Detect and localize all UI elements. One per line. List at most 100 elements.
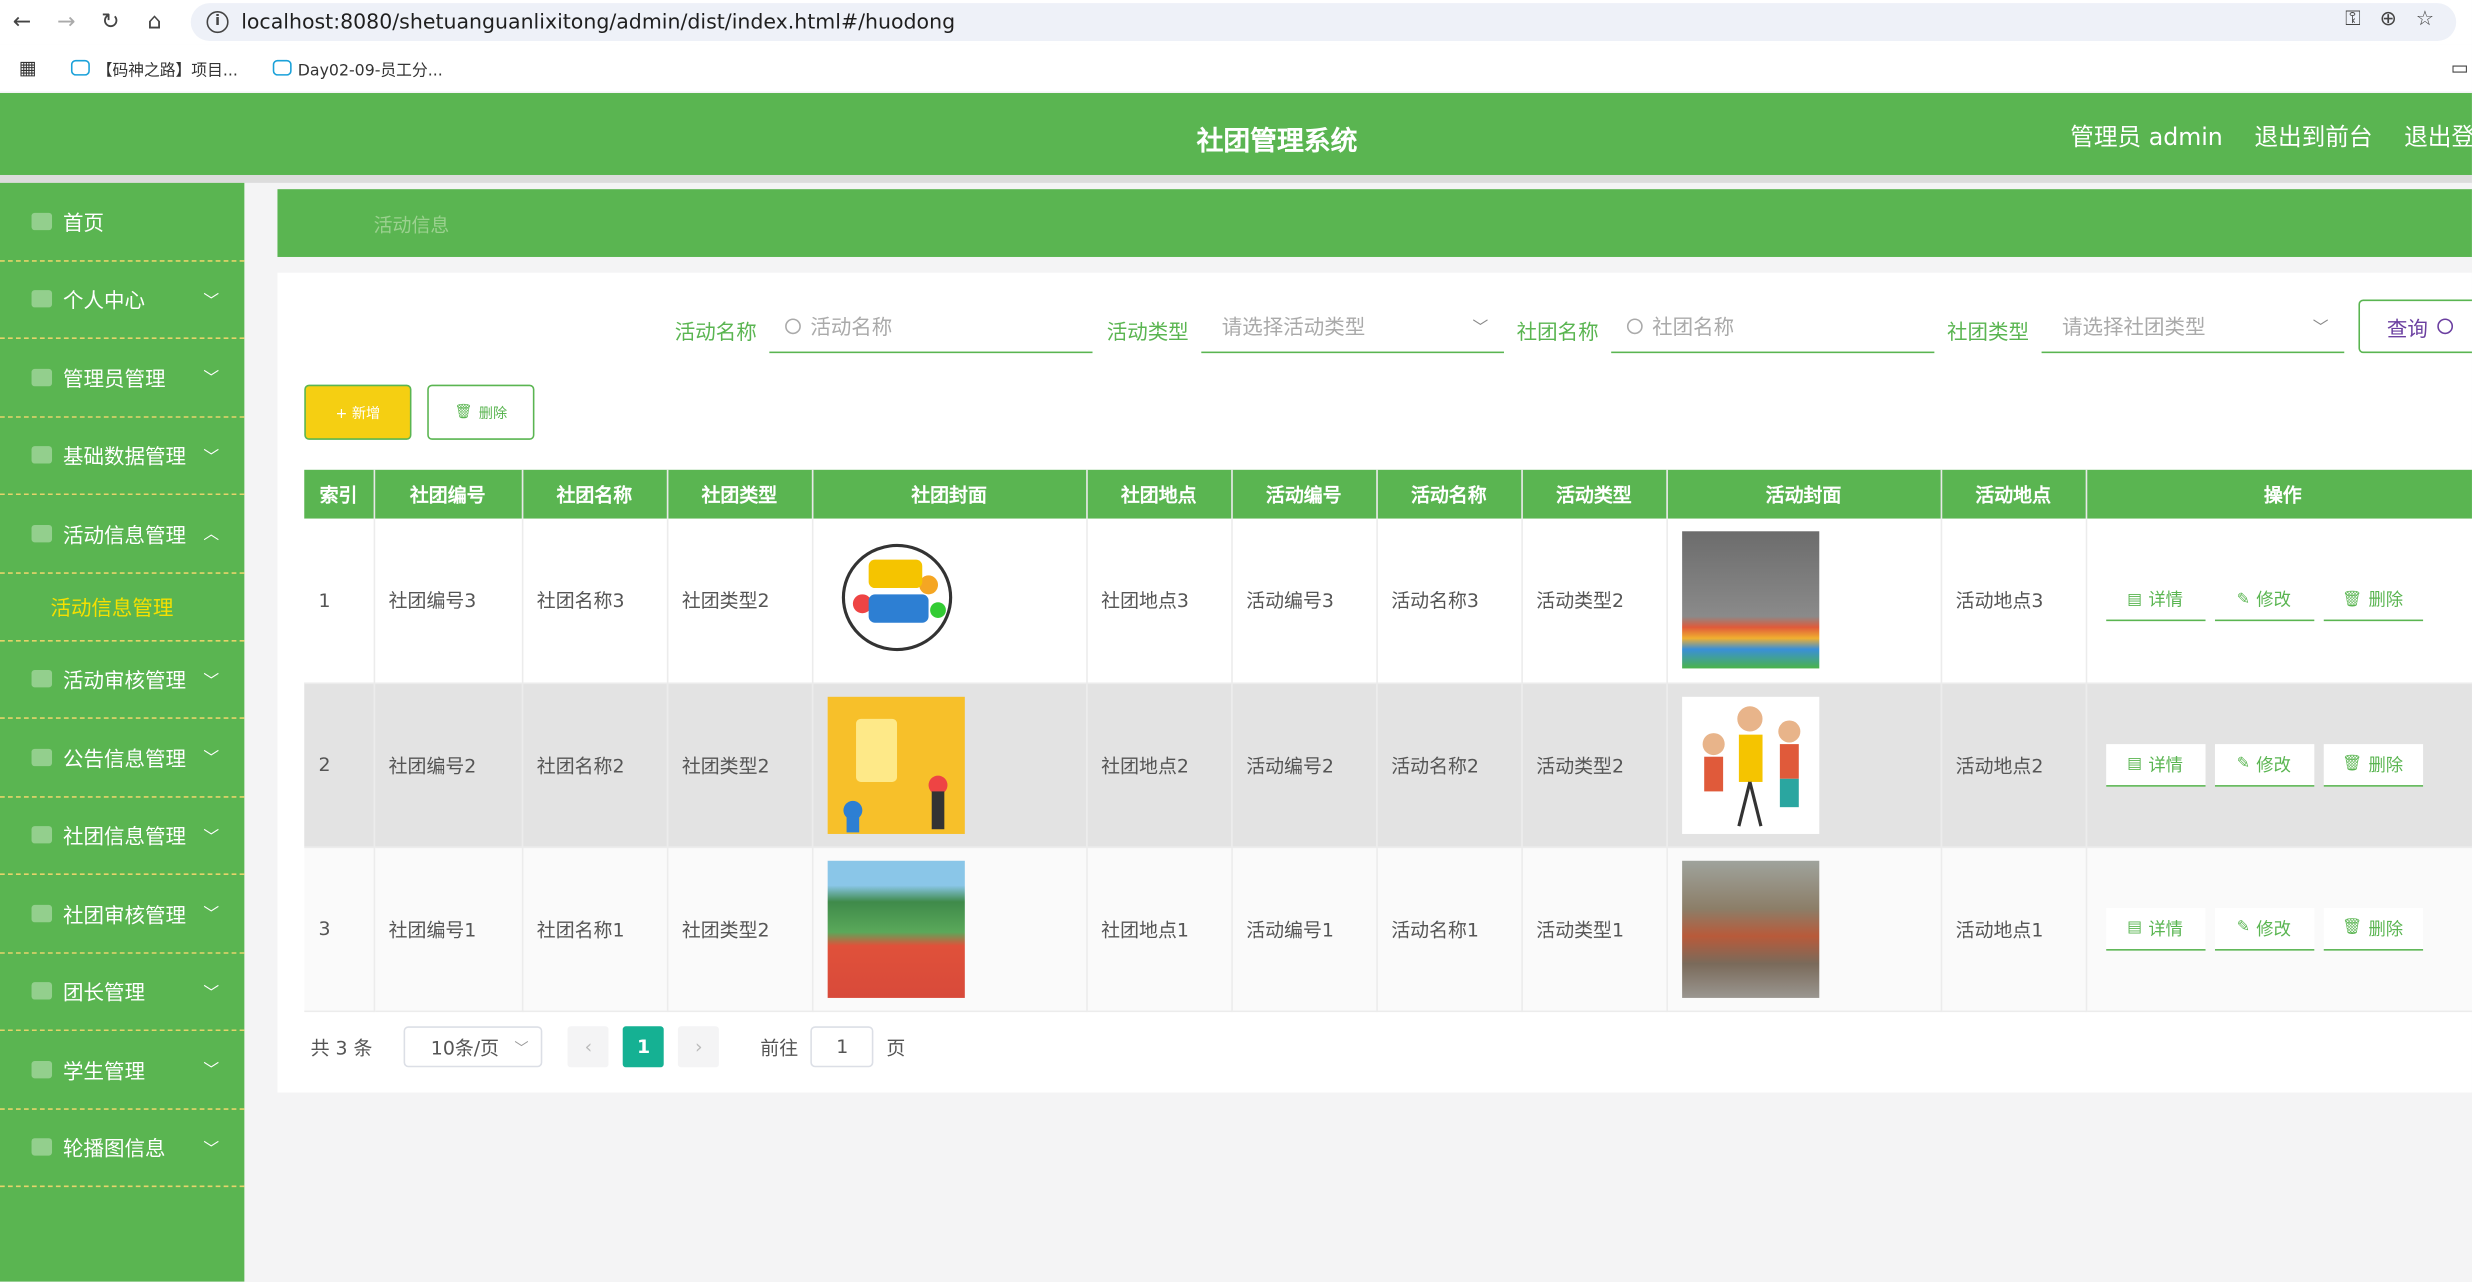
chevron-down-icon: ﹀ bbox=[203, 370, 220, 388]
sidebar-item-student[interactable]: 学生管理 ﹀ bbox=[0, 1031, 245, 1110]
delete-label: 删除 bbox=[2368, 754, 2404, 775]
folder-icon[interactable]: ▭ bbox=[2451, 57, 2469, 79]
sidebar-item-base-data[interactable]: 基础数据管理 ﹀ bbox=[0, 417, 245, 496]
search-icon bbox=[2437, 318, 2454, 335]
apps-icon[interactable]: ▦ bbox=[19, 57, 37, 79]
batch-delete-button[interactable]: 🗑 删除 bbox=[427, 384, 535, 440]
zoom-icon[interactable]: ⊕ bbox=[2380, 8, 2397, 32]
bookmark-1[interactable]: 【码神之路】项目... bbox=[71, 56, 238, 80]
back-to-front-link[interactable]: 退出到前台 bbox=[2254, 120, 2372, 153]
delete-label: 删除 bbox=[478, 406, 508, 423]
detail-label: 详情 bbox=[2148, 754, 2184, 775]
table-row[interactable]: 1 社团编号3 社团名称3 社团类型2 社团地点3 活动编号3 活动名称3 活动… bbox=[304, 518, 2472, 684]
club-cover-image[interactable] bbox=[826, 696, 965, 834]
chevron-down-icon: ﹀ bbox=[2312, 320, 2329, 338]
detail-button[interactable]: ▤ 详情 bbox=[2105, 907, 2205, 950]
chevron-down-icon: ﹀ bbox=[203, 828, 220, 846]
sidebar-subitem-activity-info[interactable]: 活动信息管理 bbox=[0, 573, 245, 641]
sidebar-item-activity[interactable]: 活动信息管理 ︿ bbox=[0, 495, 245, 574]
breadcrumb-label: 活动信息 bbox=[373, 214, 450, 237]
sidebar-item-home[interactable]: 首页 bbox=[0, 183, 245, 261]
placeholder: 请选择社团类型 bbox=[2062, 316, 2206, 341]
goto-page-input[interactable]: 1 bbox=[810, 1026, 874, 1068]
column-header: 社团地点 bbox=[1086, 469, 1233, 519]
total-count: 共 3 条 bbox=[310, 1036, 373, 1059]
cell-club-type: 社团类型2 bbox=[666, 518, 813, 684]
sidebar-item-club-review[interactable]: 社团审核管理 ﹀ bbox=[0, 875, 245, 953]
column-header: 活动封面 bbox=[1666, 469, 1942, 519]
sidebar-item-club[interactable]: 社团信息管理 ﹀ bbox=[0, 797, 245, 875]
breadcrumb: 活动信息 bbox=[277, 189, 2472, 257]
delete-button[interactable]: 🗑 删除 bbox=[2322, 743, 2423, 786]
sidebar-item-leader[interactable]: 团长管理 ﹀ bbox=[0, 953, 245, 1032]
address-bar[interactable]: i localhost:8080/shetuanguanlixitong/adm… bbox=[190, 3, 2457, 41]
query-button[interactable]: 查询 bbox=[2358, 299, 2472, 354]
forward-icon[interactable]: → bbox=[44, 0, 88, 44]
club-cover-image[interactable] bbox=[826, 859, 965, 998]
reload-icon[interactable]: ↻ bbox=[88, 0, 132, 44]
bookmarks-bar: ▦ 【码神之路】项目... Day02-09-员工分... ▭ bbox=[0, 44, 2472, 92]
cell-club-location: 社团地点1 bbox=[1086, 846, 1233, 1012]
table-row[interactable]: 3 社团编号1 社团名称1 社团类型2 社团地点1 活动编号1 活动名称1 活动… bbox=[304, 846, 2472, 1012]
prev-page-button[interactable]: ‹ bbox=[567, 1026, 609, 1068]
trash-icon: 🗑 bbox=[2342, 919, 2363, 937]
club-name-input[interactable]: 社团名称 bbox=[1611, 300, 1935, 354]
user-icon bbox=[31, 368, 53, 386]
sidebar-item-carousel[interactable]: 轮播图信息 ﹀ bbox=[0, 1109, 245, 1188]
back-icon[interactable]: ← bbox=[0, 0, 44, 44]
page-number[interactable]: 1 bbox=[623, 1026, 665, 1068]
add-button[interactable]: + 新增 bbox=[304, 384, 412, 440]
student-icon bbox=[31, 1060, 53, 1078]
detail-button[interactable]: ▤ 详情 bbox=[2105, 578, 2205, 622]
cell-club-no: 社团编号2 bbox=[373, 682, 523, 848]
sidebar-item-activity-review[interactable]: 活动审核管理 ﹀ bbox=[0, 641, 245, 719]
next-page-button[interactable]: › bbox=[678, 1026, 720, 1068]
activity-cover-image[interactable] bbox=[1681, 531, 1819, 669]
sidebar-item-label: 社团审核管理 bbox=[63, 904, 187, 929]
home-icon[interactable]: ⌂ bbox=[132, 0, 176, 44]
delete-button[interactable]: 🗑 删除 bbox=[2322, 578, 2423, 622]
column-header: 操作 bbox=[2085, 469, 2472, 519]
detail-button[interactable]: ▤ 详情 bbox=[2105, 743, 2205, 786]
trash-icon: 🗑 bbox=[2342, 755, 2363, 773]
activity-cover-image[interactable] bbox=[1681, 696, 1819, 834]
cell-club-location: 社团地点3 bbox=[1086, 518, 1233, 684]
column-header: 社团封面 bbox=[811, 469, 1087, 519]
pencil-icon: ✎ bbox=[2236, 919, 2250, 937]
chevron-left-icon: ‹ bbox=[584, 1035, 593, 1058]
edit-button[interactable]: ✎ 修改 bbox=[2214, 743, 2314, 786]
search-form: 活动名称 活动名称 活动类型 请选择活动类型 ﹀ 社团名称 社团名称 社团类型 请… bbox=[0, 299, 2472, 354]
goto-label: 前往 bbox=[760, 1036, 799, 1059]
edit-button[interactable]: ✎ 修改 bbox=[2214, 907, 2314, 950]
page-size-select[interactable]: 10条/页 ﹀ bbox=[404, 1026, 543, 1068]
activity-name-input[interactable]: 活动名称 bbox=[769, 300, 1093, 354]
star-icon[interactable]: ☆ bbox=[2416, 8, 2434, 32]
edit-button[interactable]: ✎ 修改 bbox=[2214, 578, 2314, 622]
table-row[interactable]: 2 社团编号2 社团名称2 社团类型2 社团地点2 活动编号2 活动名称2 活动… bbox=[304, 682, 2472, 848]
club-type-select[interactable]: 请选择社团类型 ﹀ bbox=[2041, 300, 2345, 354]
activity-cover-image[interactable] bbox=[1681, 859, 1819, 998]
site-info-icon[interactable]: i bbox=[206, 11, 229, 34]
key-icon[interactable]: ⚿ bbox=[2345, 8, 2361, 32]
trash-icon: 🗑 bbox=[2342, 590, 2363, 609]
activity-type-select[interactable]: 请选择活动类型 ﹀ bbox=[1201, 300, 1504, 354]
sidebar-item-label: 轮播图信息 bbox=[63, 1138, 166, 1163]
data-icon bbox=[31, 446, 53, 464]
chevron-right-icon: › bbox=[695, 1035, 703, 1058]
cell-activity-no: 活动编号1 bbox=[1231, 846, 1378, 1012]
bookmark-2[interactable]: Day02-09-员工分... bbox=[272, 56, 443, 80]
sidebar-item-label: 活动审核管理 bbox=[63, 670, 187, 695]
pagination: 共 3 条 10条/页 ﹀ ‹ 1 › 前往 1 页 bbox=[310, 1026, 905, 1068]
cell-club-cover bbox=[811, 846, 1087, 1012]
logout-link[interactable]: 退出登 bbox=[2404, 120, 2472, 153]
cell-activity-type: 活动类型2 bbox=[1521, 518, 1668, 684]
cell-club-no: 社团编号3 bbox=[373, 518, 523, 684]
activity-name-label: 活动名称 bbox=[674, 321, 757, 346]
club-cover-image[interactable] bbox=[826, 531, 965, 669]
delete-button[interactable]: 🗑 删除 bbox=[2322, 907, 2423, 950]
cell-activity-type: 活动类型1 bbox=[1521, 846, 1668, 1012]
sidebar-item-label: 活动信息管理 bbox=[63, 524, 187, 549]
leader-icon bbox=[31, 982, 53, 1000]
activity-type-label: 活动类型 bbox=[1106, 321, 1189, 346]
sidebar-item-notice[interactable]: 公告信息管理 ﹀ bbox=[0, 719, 245, 797]
